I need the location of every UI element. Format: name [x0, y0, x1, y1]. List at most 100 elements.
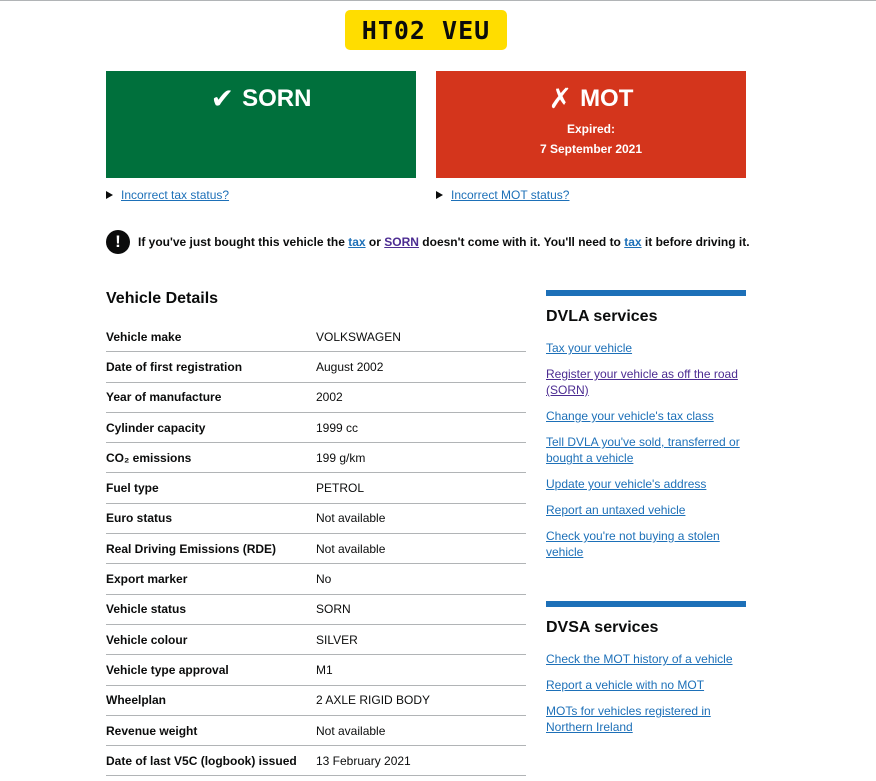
detail-key: Vehicle type approval: [106, 654, 316, 686]
tax-status-text: SORN: [242, 85, 312, 112]
table-row: Vehicle status SORN: [106, 594, 526, 625]
warning-icon: !: [106, 230, 130, 254]
incorrect-mot-link[interactable]: Incorrect MOT status?: [451, 188, 569, 202]
detail-key: Cylinder capacity: [106, 412, 316, 444]
incorrect-tax-details[interactable]: Incorrect tax status?: [106, 188, 229, 202]
tax-status-title: ✔ SORN: [106, 85, 416, 113]
incorrect-tax-link[interactable]: Incorrect tax status?: [121, 188, 229, 202]
list-item: Update your vehicle's address: [546, 476, 746, 492]
section-bar: [546, 601, 746, 607]
detail-key: Vehicle status: [106, 594, 316, 625]
detail-key: CO₂ emissions: [106, 442, 316, 474]
dvsa-link-no-mot[interactable]: Report a vehicle with no MOT: [546, 678, 704, 692]
cross-icon: ✗: [548, 83, 573, 114]
dvla-link-address[interactable]: Update your vehicle's address: [546, 477, 706, 491]
detail-value: Not available: [316, 715, 526, 747]
dvsa-services-panel: DVSA services Check the MOT history of a…: [546, 601, 746, 745]
warning-text: ! If you've just bought this vehicle the…: [106, 230, 766, 254]
warning-message: If you've just bought this vehicle the t…: [138, 235, 750, 249]
dvla-link-untaxed[interactable]: Report an untaxed vehicle: [546, 503, 685, 517]
list-item: Report an untaxed vehicle: [546, 502, 746, 518]
table-row: Revenue weight Not available: [106, 715, 526, 747]
detail-value: August 2002: [316, 351, 526, 383]
dvla-services-heading: DVLA services: [546, 308, 658, 325]
list-item: Tax your vehicle: [546, 340, 746, 356]
list-item: Register your vehicle as off the road (S…: [546, 366, 746, 398]
dvsa-services-list: Check the MOT history of a vehicle Repor…: [546, 651, 746, 735]
tax-status-panel: ✔ SORN: [106, 71, 416, 178]
mot-status-title: ✗ MOT: [436, 85, 746, 113]
detail-key: Export marker: [106, 563, 316, 595]
detail-key: Date of last V5C (logbook) issued: [106, 745, 316, 777]
detail-value: SORN: [316, 594, 526, 625]
list-item: Change your vehicle's tax class: [546, 408, 746, 424]
detail-key: Revenue weight: [106, 715, 316, 747]
mot-expired-label: Expired:: [566, 122, 615, 136]
disclosure-triangle-icon: [106, 191, 113, 199]
vehicle-details-heading: Vehicle Details: [106, 290, 219, 307]
top-divider: [0, 0, 876, 1]
detail-value: 13 February 2021: [316, 745, 526, 777]
dvla-link-sold[interactable]: Tell DVLA you've sold, transferred or bo…: [546, 435, 740, 465]
dvla-services-panel: DVLA services Tax your vehicle Register …: [546, 290, 746, 570]
detail-key: Vehicle colour: [106, 624, 316, 656]
detail-value: PETROL: [316, 472, 526, 504]
table-row: Year of manufacture 2002: [106, 382, 526, 413]
detail-key: Year of manufacture: [106, 382, 316, 413]
vehicle-details-table: Vehicle make VOLKSWAGEN Date of first regi…: [106, 322, 526, 777]
table-row: CO₂ emissions 199 g/km: [106, 442, 526, 474]
table-row: Export marker No: [106, 563, 526, 595]
section-bar: [546, 290, 746, 296]
dvla-link-tax[interactable]: Tax your vehicle: [546, 341, 632, 355]
list-item: Check the MOT history of a vehicle: [546, 651, 746, 667]
checkmark-icon: ✔: [210, 83, 235, 114]
detail-value: No: [316, 563, 526, 595]
disclosure-triangle-icon: [436, 191, 443, 199]
list-item: Tell DVLA you've sold, transferred or bo…: [546, 434, 746, 466]
warning-sorn-link[interactable]: SORN: [384, 235, 419, 249]
detail-value: SILVER: [316, 624, 526, 656]
detail-value: Not available: [316, 533, 526, 565]
table-row: Euro status Not available: [106, 503, 526, 535]
detail-key: Vehicle make: [106, 322, 316, 353]
table-row: Fuel type PETROL: [106, 472, 526, 504]
table-row: Wheelplan 2 AXLE RIGID BODY: [106, 685, 526, 716]
detail-value: Not available: [316, 503, 526, 535]
table-row: Date of first registration August 2002: [106, 351, 526, 383]
dvsa-services-heading: DVSA services: [546, 619, 659, 636]
warning-tax-link[interactable]: tax: [348, 235, 365, 249]
table-row: Vehicle type approval M1: [106, 654, 526, 686]
detail-value: 2 AXLE RIGID BODY: [316, 685, 526, 716]
warning-tax-link-2[interactable]: tax: [624, 235, 641, 249]
detail-key: Euro status: [106, 503, 316, 535]
dvsa-link-mot-history[interactable]: Check the MOT history of a vehicle: [546, 652, 733, 666]
mot-status-text: MOT: [580, 85, 634, 112]
list-item: MOTs for vehicles registered in Northern…: [546, 703, 746, 735]
table-row: Real Driving Emissions (RDE) Not availabl…: [106, 533, 526, 565]
detail-value: 1999 cc: [316, 412, 526, 444]
registration-plate: HT02 VEU: [345, 10, 507, 50]
detail-value: M1: [316, 654, 526, 686]
list-item: Check you're not buying a stolen vehicle: [546, 528, 746, 560]
table-row: Date of last V5C (logbook) issued 13 Febr…: [106, 745, 526, 777]
detail-value: 199 g/km: [316, 442, 526, 474]
detail-value: 2002: [316, 382, 526, 413]
table-row: Vehicle make VOLKSWAGEN: [106, 322, 526, 353]
detail-key: Wheelplan: [106, 685, 316, 716]
table-row: Vehicle colour SILVER: [106, 624, 526, 656]
dvla-link-stolen[interactable]: Check you're not buying a stolen vehicle: [546, 529, 720, 559]
dvla-link-sorn[interactable]: Register your vehicle as off the road (S…: [546, 367, 738, 397]
dvsa-link-ni[interactable]: MOTs for vehicles registered in Northern…: [546, 704, 711, 734]
dvla-link-tax-class[interactable]: Change your vehicle's tax class: [546, 409, 714, 423]
detail-value: VOLKSWAGEN: [316, 322, 526, 353]
incorrect-mot-details[interactable]: Incorrect MOT status?: [436, 188, 569, 202]
detail-key: Real Driving Emissions (RDE): [106, 533, 316, 565]
mot-status-panel: ✗ MOT Expired: 7 September 2021: [436, 71, 746, 178]
mot-expiry: Expired: 7 September 2021: [436, 119, 746, 159]
detail-key: Date of first registration: [106, 351, 316, 383]
detail-key: Fuel type: [106, 472, 316, 504]
list-item: Report a vehicle with no MOT: [546, 677, 746, 693]
table-row: Cylinder capacity 1999 cc: [106, 412, 526, 444]
dvla-services-list: Tax your vehicle Register your vehicle a…: [546, 340, 746, 560]
mot-expired-date: 7 September 2021: [539, 142, 643, 156]
